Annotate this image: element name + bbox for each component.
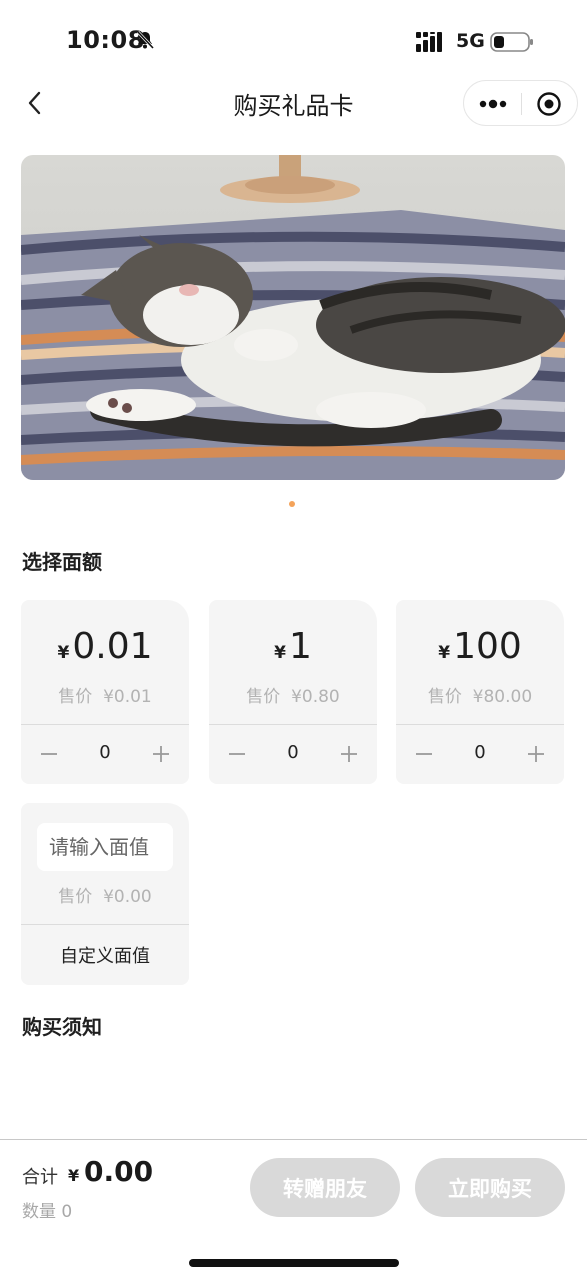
price-label: 售价 [427,687,462,707]
battery-icon [490,32,533,52]
custom-sale-price: 售价 ¥0.00 [21,882,189,907]
banner-image[interactable] [21,155,565,480]
gift-to-friend-button[interactable]: 转赠朋友 [250,1158,400,1217]
amount-value: 1 [288,626,312,667]
card-divider [21,724,189,725]
card-divider [21,924,189,925]
sale-price: 售价 ¥0.80 [209,682,377,707]
carousel-indicator-dot [289,501,295,507]
price-label: 售价 [58,887,93,907]
plus-icon[interactable] [151,740,171,768]
section-title-purchase-notice: 购买须知 [22,1015,102,1039]
denomination-amount: ¥1 [209,626,377,667]
total-amount: 0.00 [84,1155,154,1188]
denomination-amount: ¥100 [396,626,564,667]
quantity-label: 数量 [22,1202,56,1222]
plus-icon[interactable] [526,740,546,768]
custom-amount-input[interactable] [37,823,173,871]
amount-value: 0.01 [72,626,153,667]
capsule-divider [521,93,522,115]
signal-icon [416,32,442,52]
more-icon[interactable] [478,93,508,115]
denomination-card-2[interactable]: ¥100 售价 ¥80.00 0 [396,600,564,784]
denomination-card-0[interactable]: ¥0.01 售价 ¥0.01 0 [21,600,189,784]
custom-denomination-card[interactable]: 售价 ¥0.00 自定义面值 [21,803,189,985]
mini-program-capsule [463,80,578,126]
total-currency: ¥ [68,1166,80,1185]
card-divider [209,724,377,725]
price-value: ¥0.80 [291,687,340,707]
footer-divider [0,1139,587,1140]
denomination-card-1[interactable]: ¥1 售价 ¥0.80 0 [209,600,377,784]
cat-photo [21,155,565,480]
currency-symbol: ¥ [438,643,451,663]
currency-symbol: ¥ [57,643,70,663]
price-label: 售价 [58,687,93,707]
network-type: 5G [456,30,485,52]
close-miniprogram-icon[interactable] [536,91,562,117]
buy-now-button[interactable]: 立即购买 [415,1158,565,1217]
denomination-amount: ¥0.01 [21,626,189,667]
sale-price: 售价 ¥80.00 [396,682,564,707]
home-indicator [189,1259,399,1267]
section-title-select-denomination: 选择面额 [22,550,102,574]
price-value: ¥0.00 [103,887,152,907]
price-value: ¥0.01 [103,687,152,707]
sale-price: 售价 ¥0.01 [21,682,189,707]
status-time: 10:08 [66,26,145,54]
bell-muted-icon [136,30,155,50]
custom-denomination-label: 自定义面值 [60,946,150,967]
quantity-total: 0 [61,1202,73,1222]
price-label: 售价 [246,687,281,707]
plus-icon[interactable] [339,740,359,768]
total-label: 合计 [22,1167,58,1188]
quantity-summary: 数量 0 [22,1197,72,1222]
card-divider [396,724,564,725]
currency-symbol: ¥ [274,643,286,663]
price-value: ¥80.00 [472,687,533,707]
amount-value: 100 [453,626,522,667]
